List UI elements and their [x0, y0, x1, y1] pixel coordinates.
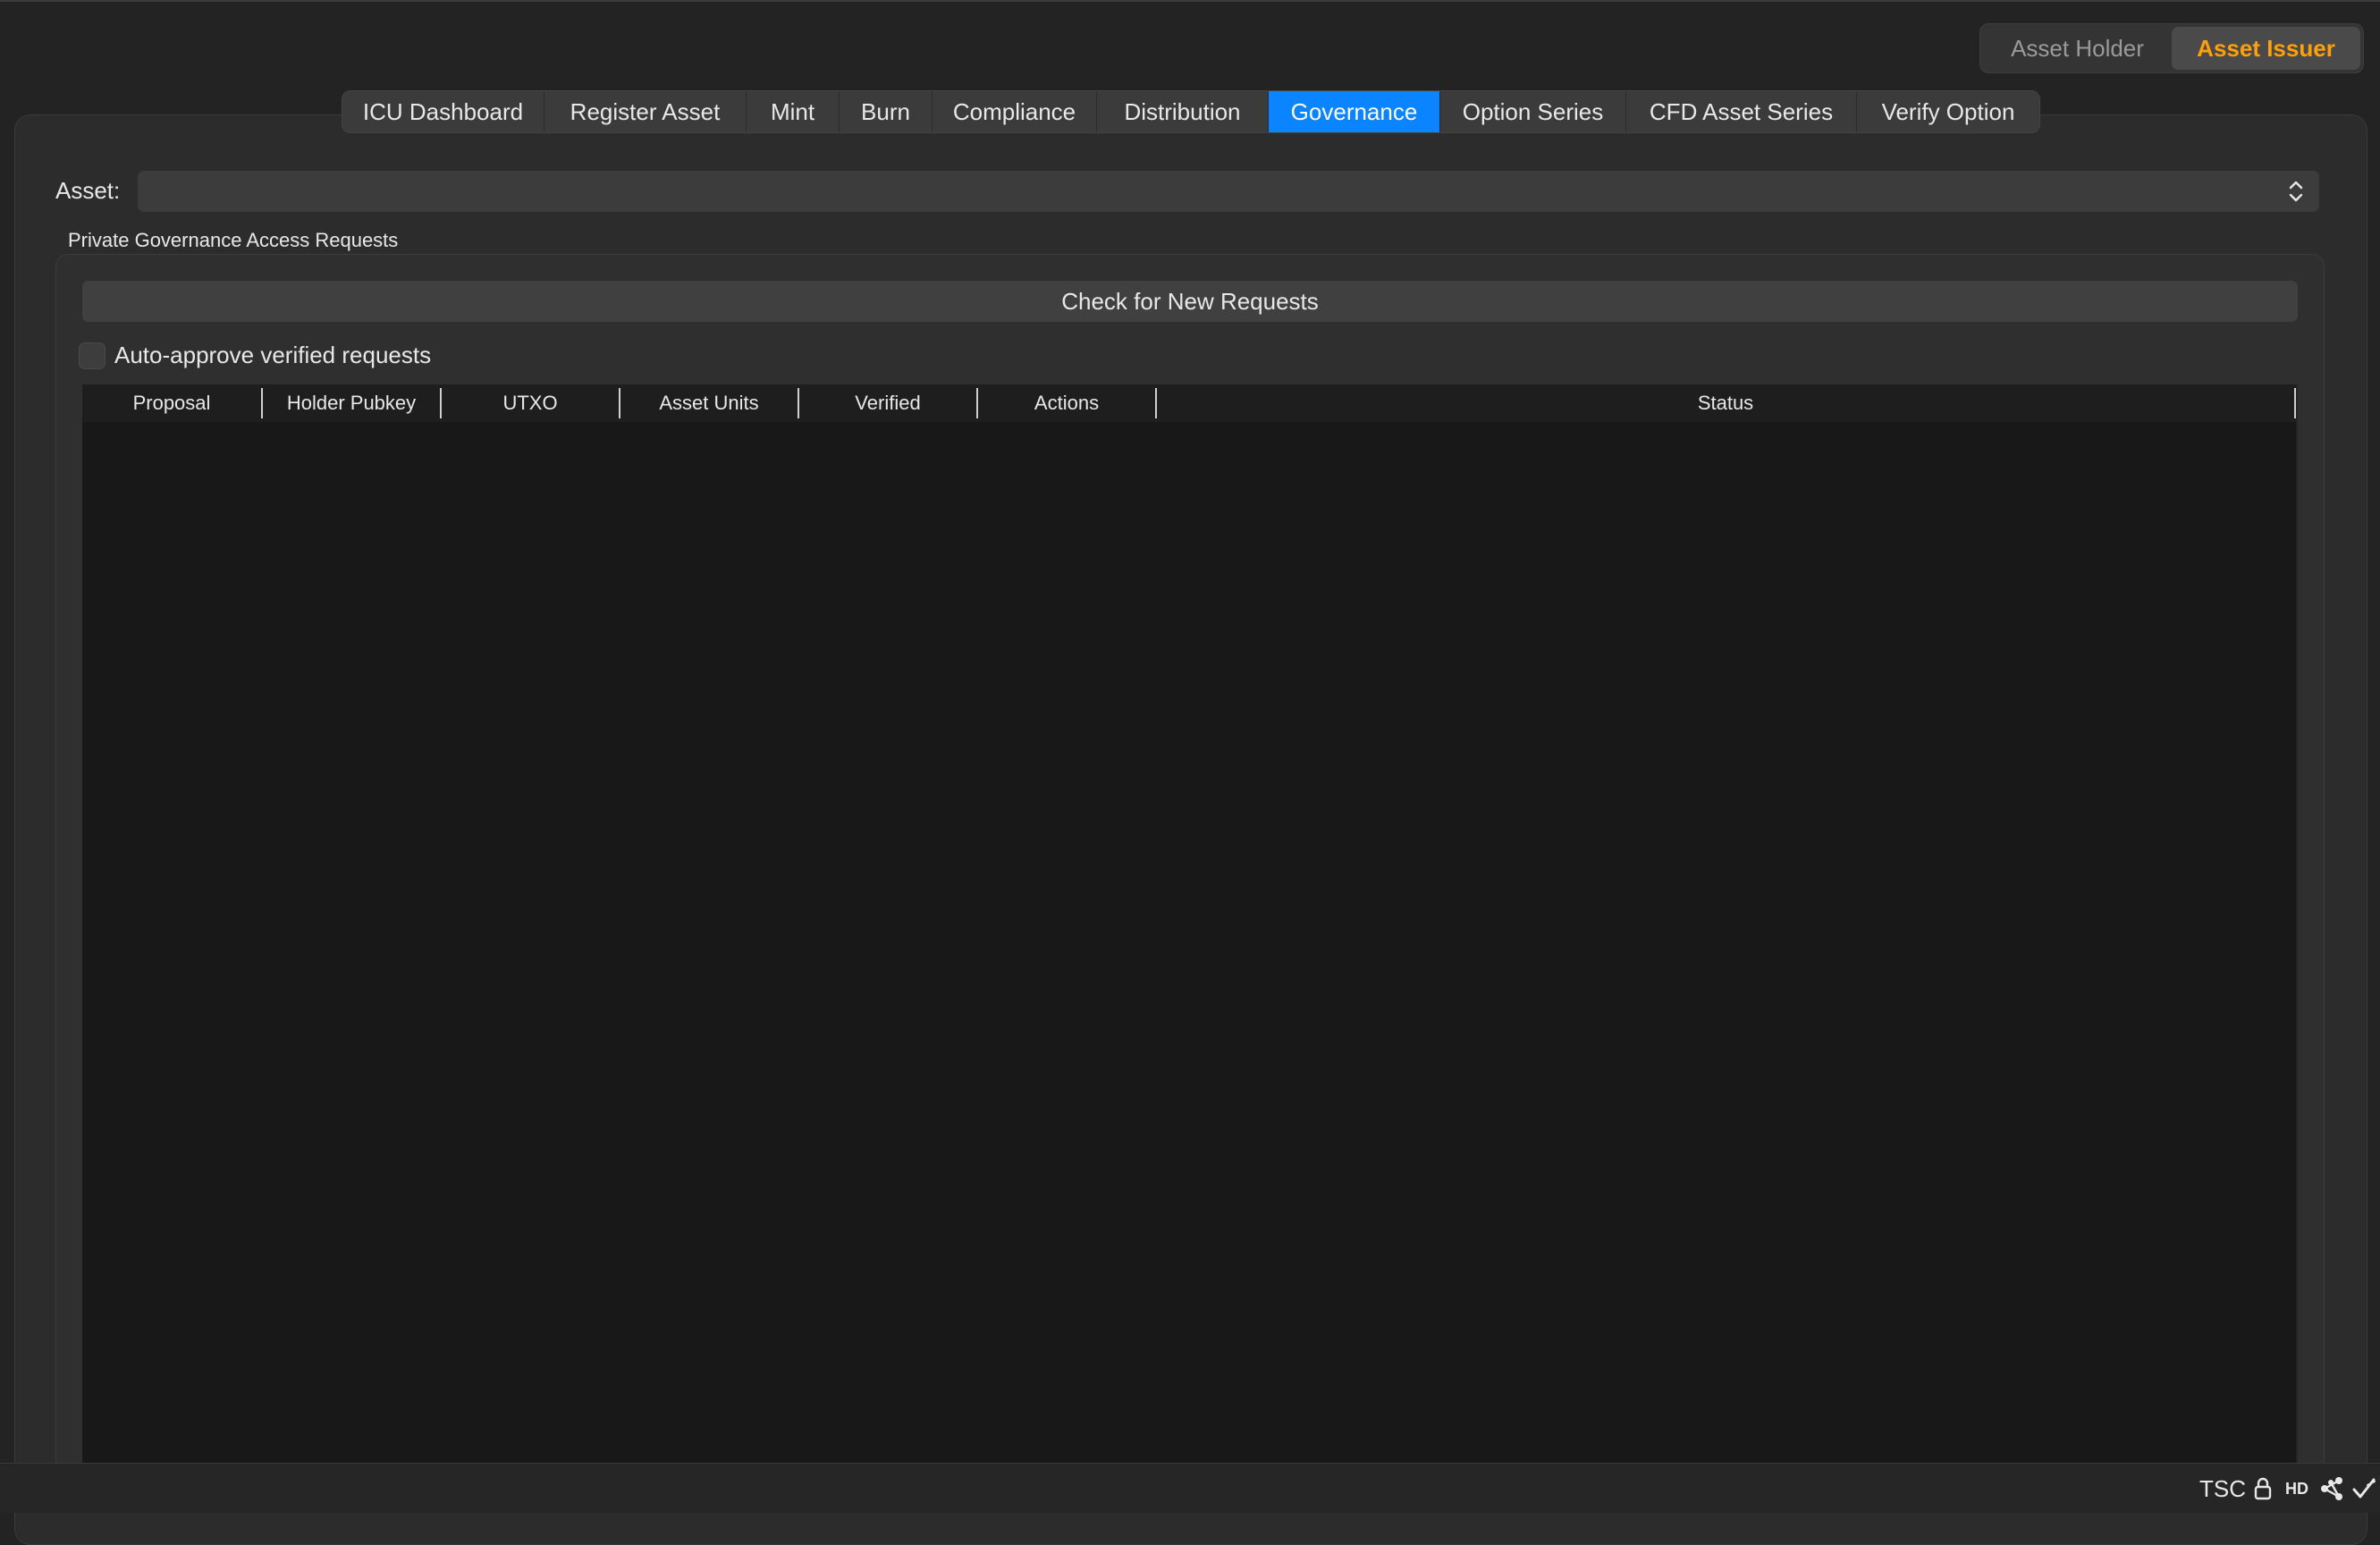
requests-table: Proposal Holder Pubkey UTXO Asset Units … — [82, 384, 2298, 1502]
tab-cfd-asset-series[interactable]: CFD Asset Series — [1626, 91, 1857, 132]
column-header-utxo[interactable]: UTXO — [442, 384, 619, 422]
window-top-border — [0, 0, 2380, 2]
asset-holder-button[interactable]: Asset Holder — [1983, 27, 2172, 70]
table-scroll-edge — [2296, 384, 2298, 1502]
network-label: TSC — [2199, 1474, 2246, 1502]
checkmark-icon[interactable] — [2351, 1464, 2376, 1514]
tab-register-asset[interactable]: Register Asset — [544, 91, 747, 132]
chevron-up-down-icon — [2289, 181, 2303, 202]
auto-approve-checkbox[interactable] — [79, 342, 105, 369]
tab-mint[interactable]: Mint — [747, 91, 840, 132]
network-icon[interactable] — [2319, 1464, 2346, 1514]
column-header-asset-units[interactable]: Asset Units — [620, 384, 798, 422]
lock-icon[interactable] — [2253, 1464, 2273, 1514]
tab-option-series[interactable]: Option Series — [1440, 91, 1626, 132]
column-header-actions[interactable]: Actions — [978, 384, 1155, 422]
role-toggle: Asset Holder Asset Issuer — [1979, 23, 2364, 73]
auto-approve-row: Auto-approve verified requests — [79, 342, 431, 369]
table-header: Proposal Holder Pubkey UTXO Asset Units … — [82, 384, 2298, 422]
asset-select[interactable] — [138, 171, 2319, 212]
auto-approve-label: Auto-approve verified requests — [114, 342, 432, 368]
group-title: Private Governance Access Requests — [68, 229, 399, 251]
asset-label: Asset: — [55, 177, 121, 204]
tab-bar: ICU Dashboard Register Asset Mint Burn C… — [342, 90, 2040, 133]
column-header-status[interactable]: Status — [1157, 384, 2294, 422]
tab-distribution[interactable]: Distribution — [1097, 91, 1269, 132]
asset-issuer-button[interactable]: Asset Issuer — [2172, 27, 2360, 70]
column-header-holder-pubkey[interactable]: Holder Pubkey — [263, 384, 440, 422]
tab-verify-option[interactable]: Verify Option — [1857, 91, 2039, 132]
column-header-verified[interactable]: Verified — [799, 384, 976, 422]
tab-burn[interactable]: Burn — [840, 91, 933, 132]
tab-compliance[interactable]: Compliance — [933, 91, 1097, 132]
tab-governance[interactable]: Governance — [1269, 91, 1440, 132]
column-header-proposal[interactable]: Proposal — [82, 384, 261, 422]
check-requests-button[interactable]: Check for New Requests — [82, 281, 2298, 322]
status-bar: TSC HD — [0, 1463, 2380, 1513]
hd-label[interactable]: HD — [2285, 1464, 2308, 1514]
tab-icu-dashboard[interactable]: ICU Dashboard — [342, 91, 544, 132]
